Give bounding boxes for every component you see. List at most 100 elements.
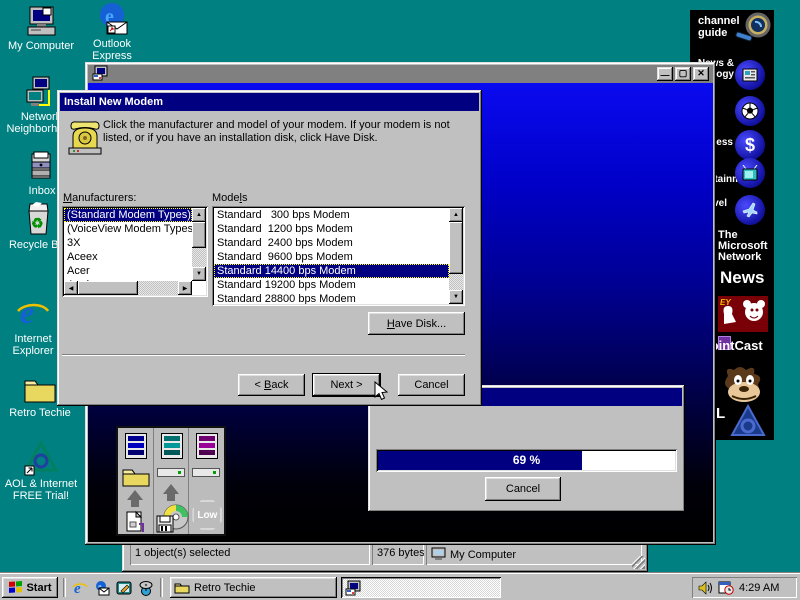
- chip-stack-teal: [161, 433, 183, 459]
- channel-business-icon[interactable]: $: [735, 130, 765, 160]
- svg-text:♻: ♻: [31, 215, 44, 231]
- my-computer-icon: [6, 5, 76, 38]
- scroll-up-icon[interactable]: ▲: [449, 208, 463, 222]
- scroll-down-icon[interactable]: ▼: [192, 267, 206, 281]
- channel-warner-taz-icon[interactable]: [720, 362, 768, 407]
- channel-guide-icon[interactable]: [734, 12, 772, 49]
- scroll-thumb[interactable]: [192, 222, 206, 248]
- horizontal-scrollbar[interactable]: ◀ ▶: [64, 281, 192, 295]
- scroll-thumb[interactable]: [78, 281, 138, 295]
- task-button-retro-techie[interactable]: Retro Techie: [170, 577, 337, 598]
- channel-news-technology-icon[interactable]: [735, 60, 765, 90]
- model-item[interactable]: Standard 19200 bps Modem: [214, 278, 449, 292]
- channel-label-msn[interactable]: The Microsoft Network: [718, 230, 772, 263]
- channel-label-aol[interactable]: L: [716, 408, 728, 419]
- model-item[interactable]: Standard 1200 bps Modem: [214, 222, 449, 236]
- model-item[interactable]: Standard 300 bps Modem: [214, 208, 449, 222]
- install-dialog-description: Click the manufacturer and model of your…: [103, 119, 475, 145]
- billboard-document-icon: [125, 510, 145, 537]
- desktop-icon-my-computer[interactable]: My Computer: [6, 5, 76, 52]
- windows-logo-icon: [8, 581, 23, 595]
- minimize-button[interactable]: —: [657, 67, 673, 81]
- svg-text:EY: EY: [720, 298, 731, 307]
- separator: [62, 354, 465, 356]
- modem-setup-icon: [345, 580, 361, 596]
- scroll-right-icon[interactable]: ▶: [178, 281, 192, 295]
- manufacturer-item[interactable]: Aceex: [64, 250, 192, 264]
- billboard-folder-icon: [121, 464, 151, 491]
- progress-cancel-button[interactable]: Cancel: [485, 477, 561, 501]
- next-button[interactable]: Next >: [313, 374, 380, 396]
- status-objects: 1 object(s) selected: [130, 544, 370, 565]
- manufacturer-item[interactable]: (VoiceView Modem Types): [64, 222, 192, 236]
- manufacturer-item[interactable]: 3X: [64, 236, 192, 250]
- volume-icon[interactable]: [698, 581, 713, 595]
- taskbar: Start e e Retro Techie 4:29 AM: [0, 573, 800, 600]
- desktop-icon-outlook-express[interactable]: e Outlook Express: [78, 3, 146, 62]
- telephone-icon: [67, 118, 103, 159]
- clock: 4:29 AM: [739, 582, 779, 594]
- billboard-drive-icon: [157, 468, 185, 477]
- chip-stack-blue: [125, 433, 147, 459]
- task-button-modem-setup[interactable]: [341, 577, 501, 598]
- vertical-scrollbar[interactable]: ▲ ▼: [192, 208, 206, 281]
- desktop-icon-aol-free-trial[interactable]: AOL & Internet FREE Trial!: [2, 443, 80, 502]
- cancel-button[interactable]: Cancel: [398, 374, 465, 396]
- quicklaunch-internet-explorer-icon[interactable]: e: [71, 579, 89, 596]
- tray-datetime-icon[interactable]: [718, 580, 734, 595]
- scroll-up-icon[interactable]: ▲: [192, 208, 206, 222]
- manufacturers-label: Manufacturers:: [63, 192, 136, 204]
- billboard-column-low: Low: [189, 428, 224, 534]
- chip-stack-purple: [196, 433, 218, 459]
- mouse-cursor: [372, 381, 390, 406]
- progress-percent: 69 %: [376, 453, 677, 467]
- desktop-icon-label: AOL & Internet FREE Trial!: [2, 478, 80, 502]
- scroll-left-icon[interactable]: ◀: [64, 281, 78, 295]
- manufacturers-listbox[interactable]: (Standard Modem Types) (VoiceView Modem …: [62, 206, 208, 297]
- desktop-icon-label: Outlook Express: [78, 38, 146, 62]
- channel-label-news[interactable]: News: [720, 268, 766, 288]
- scroll-thumb[interactable]: [449, 222, 463, 274]
- svg-text:e: e: [74, 581, 81, 596]
- progress-bar: 69 %: [376, 449, 677, 472]
- back-button[interactable]: < Back: [238, 374, 305, 396]
- start-button[interactable]: Start: [2, 577, 58, 598]
- model-item[interactable]: Standard 2400 bps Modem: [214, 236, 449, 250]
- manufacturer-item[interactable]: Acer: [64, 264, 192, 278]
- install-dialog-titlebar[interactable]: Install New Modem: [60, 93, 479, 111]
- outlook-express-icon: e: [78, 3, 146, 36]
- quicklaunch-outlook-express-icon[interactable]: e: [93, 579, 111, 596]
- up-arrow-icon: [127, 490, 143, 500]
- maximize-button[interactable]: ▢: [675, 67, 691, 81]
- models-listbox[interactable]: Standard 300 bps Modem Standard 1200 bps…: [212, 206, 465, 306]
- folder-small-icon: [174, 581, 190, 594]
- model-item[interactable]: Standard 28800 bps Modem: [214, 292, 449, 304]
- install-dialog-title: Install New Modem: [64, 96, 163, 108]
- channel-entertainment-icon[interactable]: [735, 158, 765, 188]
- setup-window-titlebar[interactable]: — ▢ ✕: [88, 65, 713, 83]
- vertical-scrollbar[interactable]: ▲ ▼: [449, 208, 463, 304]
- desktop: { "desktop": { "background": "#008080", …: [0, 0, 800, 600]
- billboard-floppy-cd-icon: [155, 504, 189, 537]
- taskbar-separator: [63, 578, 66, 597]
- modem-setup-icon: [92, 65, 108, 84]
- channel-sports-icon[interactable]: [735, 96, 765, 126]
- model-item-selected[interactable]: Standard 14400 bps Modem: [214, 264, 449, 278]
- desktop-icon-label: My Computer: [6, 40, 76, 52]
- low-sign: Low: [192, 500, 222, 530]
- channel-aol-icon[interactable]: [730, 404, 766, 441]
- have-disk-button[interactable]: Have Disk...: [368, 312, 465, 335]
- model-item[interactable]: Standard 9600 bps Modem: [214, 250, 449, 264]
- billboard-drive-icon: [192, 468, 220, 477]
- install-billboard-graphic: Low: [116, 426, 226, 536]
- status-size: 376 bytes: [372, 544, 424, 565]
- channel-disney-icon[interactable]: EY: [718, 296, 768, 332]
- manufacturer-item[interactable]: (Standard Modem Types): [64, 208, 192, 222]
- close-button[interactable]: ✕: [693, 67, 709, 81]
- scroll-down-icon[interactable]: ▼: [449, 290, 463, 304]
- quicklaunch-show-desktop-icon[interactable]: [115, 579, 133, 596]
- quicklaunch-view-channels-icon[interactable]: [137, 579, 155, 596]
- system-tray: 4:29 AM: [692, 577, 797, 598]
- channel-travel-icon[interactable]: [735, 195, 765, 225]
- resize-grip[interactable]: [632, 556, 645, 569]
